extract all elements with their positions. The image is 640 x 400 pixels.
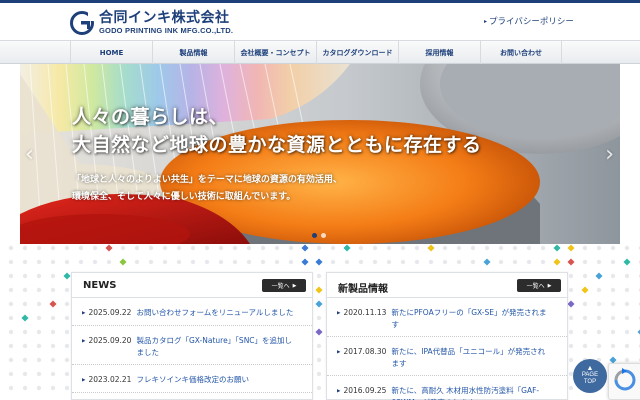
news-date: 2025.09.20 xyxy=(88,336,132,345)
privacy-policy-link[interactable]: ▸ プライバシーポリシー xyxy=(484,15,574,27)
bullet-icon: ▶ xyxy=(82,311,86,316)
product-link[interactable]: 新たにPFOAフリーの「GX-SE」が発売されます xyxy=(391,307,551,331)
product-link[interactable]: 新たに、高耐久 木材用水性防汚塗料「GAF-03WM」が発売されます。 xyxy=(391,385,551,400)
triangle-right-icon: ▸ xyxy=(484,18,488,25)
news-link[interactable]: 製品カタログ「GX-Nature」「SNC」を追加しました xyxy=(136,335,296,359)
nav-products[interactable]: 製品情報 xyxy=(152,41,234,64)
bullet-icon: ▶ xyxy=(337,311,341,316)
recaptcha-icon xyxy=(614,368,636,391)
list-item: ▶ 2020.11.13 新たにPFOAフリーの「GX-SE」が発売されます xyxy=(327,298,567,337)
products-more-label: 一覧へ xyxy=(526,283,545,290)
news-title: NEWS xyxy=(83,280,117,291)
news-more-label: 一覧へ xyxy=(271,283,290,290)
list-item: ▶ 2025.09.22 お問い合わせフォームをリニューアルしました xyxy=(72,298,312,326)
list-item: ▶ 2025.09.20 製品カタログ「GX-Nature」「SNC」を追加しま… xyxy=(72,326,312,365)
page-top-button[interactable]: ▲ PAGE TOP xyxy=(573,359,607,393)
company-name-en: GODO PRINTING INK MFG.CO.,LTD. xyxy=(99,26,234,36)
slider-dot-2[interactable] xyxy=(321,233,326,238)
arrow-up-icon: ▲ xyxy=(586,365,594,372)
hero-slider: 人々の暮らしは、 大自然など地球の豊かな資源とともに存在する 「地球と人々のより… xyxy=(20,64,620,244)
nav-home[interactable]: HOME xyxy=(70,41,152,64)
news-list: ▶ 2025.09.22 お問い合わせフォームをリニューアルしました ▶ 202… xyxy=(72,298,312,393)
nav-recruit[interactable]: 採用情報 xyxy=(398,41,480,64)
slider-dots xyxy=(312,233,326,238)
products-panel: 新製品情報 一覧へ ▶ ▶ 2020.11.13 新たにPFOAフリーの「GX-S… xyxy=(326,272,568,400)
news-date: 2025.09.22 xyxy=(88,308,132,317)
product-date: 2016.09.25 xyxy=(343,386,387,395)
global-nav: HOME 製品情報 会社概要・コンセプト カタログダウンロード 採用情報 お問い… xyxy=(0,40,640,64)
recaptcha-badge[interactable] xyxy=(608,363,640,400)
slider-dot-1[interactable] xyxy=(312,233,317,238)
product-date: 2020.11.13 xyxy=(343,308,387,317)
hero-subtext-1: 「地球と人々のよりよい共生」をテーマに地球の資源の有効活用、 xyxy=(72,175,342,185)
nav-catalog[interactable]: カタログダウンロード xyxy=(316,41,398,64)
list-item: ▶ 2017.08.30 新たに、IPA代替品「ユニコール」が発売されます xyxy=(327,337,567,376)
products-list: ▶ 2020.11.13 新たにPFOAフリーの「GX-SE」が発売されます ▶… xyxy=(327,298,567,400)
products-more-button[interactable]: 一覧へ ▶ xyxy=(517,279,561,292)
products-title: 新製品情報 xyxy=(338,284,388,295)
list-item: ▶ 2023.02.21 フレキソインキ価格改定のお願い xyxy=(72,365,312,393)
bullet-icon: ▶ xyxy=(82,378,86,383)
news-date: 2023.02.21 xyxy=(88,375,132,384)
product-link[interactable]: 新たに、IPA代替品「ユニコール」が発売されます xyxy=(391,346,551,370)
news-link[interactable]: お問い合わせフォームをリニューアルしました xyxy=(136,307,296,320)
page-top-label-2: TOP xyxy=(583,379,597,385)
bullet-icon: ▶ xyxy=(82,339,86,344)
company-name: 合同インキ株式会社 xyxy=(99,10,230,27)
nav-company[interactable]: 会社概要・コンセプト xyxy=(234,41,316,64)
nav-contact[interactable]: お問い合わせ xyxy=(480,41,562,64)
news-more-button[interactable]: 一覧へ ▶ xyxy=(262,279,306,292)
company-logo[interactable]: 合同インキ株式会社 GODO PRINTING INK MFG.CO.,LTD. xyxy=(70,11,233,35)
bullet-icon: ▶ xyxy=(337,350,341,355)
header: 合同インキ株式会社 GODO PRINTING INK MFG.CO.,LTD.… xyxy=(0,3,640,40)
page: 合同インキ株式会社 GODO PRINTING INK MFG.CO.,LTD.… xyxy=(0,0,640,400)
news-panel: NEWS 一覧へ ▶ ▶ 2025.09.22 お問い合わせフォームをリニューアル… xyxy=(71,272,313,400)
hero-headline-2: 大自然など地球の豊かな資源とともに存在する xyxy=(72,134,482,156)
hero-subtext-2: 環境保全、そして人々に優しい技術に取組んでいます。 xyxy=(72,192,296,202)
list-item: ▶ 2016.09.25 新たに、高耐久 木材用水性防汚塗料「GAF-03WM」… xyxy=(327,376,567,400)
slider-next-icon[interactable]: › xyxy=(605,142,614,167)
privacy-policy-label: プライバシーポリシー xyxy=(489,17,574,27)
triangle-right-icon: ▶ xyxy=(292,282,297,289)
page-top-label-1: PAGE xyxy=(581,372,599,378)
logo-mark-icon xyxy=(70,11,94,35)
triangle-right-icon: ▶ xyxy=(547,282,552,289)
bullet-icon: ▶ xyxy=(337,389,341,394)
product-date: 2017.08.30 xyxy=(343,347,387,356)
hero-headline-1: 人々の暮らしは、 xyxy=(72,106,229,128)
news-link[interactable]: フレキソインキ価格改定のお願い xyxy=(136,374,296,387)
slider-prev-icon[interactable]: ‹ xyxy=(25,142,34,167)
